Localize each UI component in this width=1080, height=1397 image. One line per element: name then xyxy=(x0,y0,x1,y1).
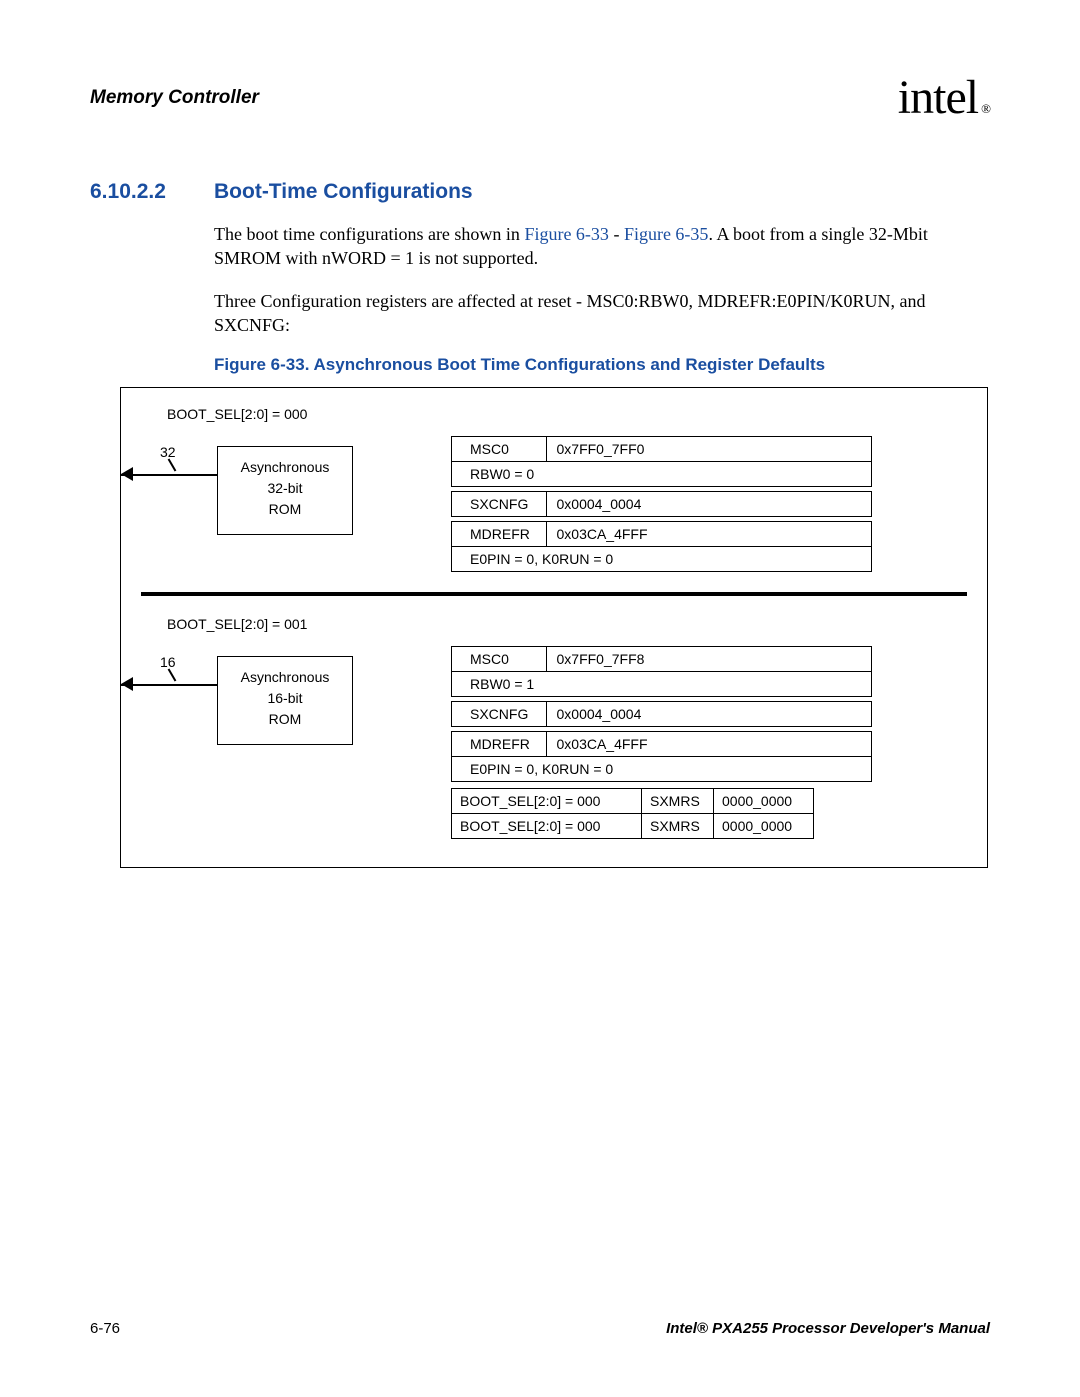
table-row: MSC00x7FF0_7FF0 xyxy=(452,437,872,462)
bus-line xyxy=(121,684,217,686)
page-footer: 6-76 Intel® PXA255 Processor Developer's… xyxy=(90,1320,990,1337)
section-title: Boot-Time Configurations xyxy=(214,180,473,204)
manual-title: Intel® PXA255 Processor Developer's Manu… xyxy=(666,1320,990,1337)
figure-link-635[interactable]: Figure 6-35 xyxy=(624,224,709,244)
figure-box: BOOT_SEL[2:0] = 000 32 Asynchronous 32-b… xyxy=(120,387,988,868)
table-row: RBW0 = 0 xyxy=(452,462,872,487)
table-row: MDREFR0x03CA_4FFF xyxy=(452,732,872,757)
config-row-1: 16 Asynchronous 16-bit ROM MSC00x7FF0_7F… xyxy=(151,646,957,839)
bootsel-label-0: BOOT_SEL[2:0] = 000 xyxy=(167,406,957,422)
bus-width-0: 32 xyxy=(160,444,176,460)
rom-box-1: Asynchronous 16-bit ROM xyxy=(217,656,353,745)
page-header: Memory Controller intel® xyxy=(90,70,990,125)
table-row: MDREFR0x03CA_4FFF xyxy=(452,522,872,547)
bus-tick-icon xyxy=(168,459,177,472)
table-row: BOOT_SEL[2:0] = 000 SXMRS 0000_0000 xyxy=(452,814,814,839)
rom-box-0: Asynchronous 32-bit ROM xyxy=(217,446,353,535)
config-row-0: 32 Asynchronous 32-bit ROM MSC00x7FF0_7F… xyxy=(151,436,957,572)
bootsel-label-1: BOOT_SEL[2:0] = 001 xyxy=(167,616,957,632)
bus-width-1: 16 xyxy=(160,654,176,670)
bus-diagram-1: 16 Asynchronous 16-bit ROM xyxy=(151,646,431,745)
page-number: 6-76 xyxy=(90,1320,120,1337)
table-row: E0PIN = 0, K0RUN = 0 xyxy=(452,757,872,782)
table-row: SXCNFG0x0004_0004 xyxy=(452,702,872,727)
table-row: BOOT_SEL[2:0] = 000 SXMRS 0000_0000 xyxy=(452,789,814,814)
bus-line xyxy=(121,474,217,476)
table-row: SXCNFG0x0004_0004 xyxy=(452,492,872,517)
paragraph-1: The boot time configurations are shown i… xyxy=(214,222,990,271)
sxmrs-table: BOOT_SEL[2:0] = 000 SXMRS 0000_0000 BOOT… xyxy=(451,788,814,839)
figure-caption: Figure 6-33. Asynchronous Boot Time Conf… xyxy=(214,355,990,375)
intel-logo: intel® xyxy=(898,70,990,125)
figure-link-633[interactable]: Figure 6-33 xyxy=(524,224,609,244)
bus-diagram-0: 32 Asynchronous 32-bit ROM xyxy=(151,436,431,535)
section-divider xyxy=(141,592,967,596)
section-heading: 6.10.2.2 Boot-Time Configurations xyxy=(90,180,990,204)
table-row: RBW0 = 1 xyxy=(452,672,872,697)
table-row: MSC00x7FF0_7FF8 xyxy=(452,647,872,672)
chapter-title: Memory Controller xyxy=(90,87,259,109)
paragraph-2: Three Configuration registers are affect… xyxy=(214,289,990,338)
register-table-0: MSC00x7FF0_7FF0 RBW0 = 0 SXCNFG0x0004_00… xyxy=(451,436,872,572)
bus-tick-icon xyxy=(168,669,177,682)
section-number: 6.10.2.2 xyxy=(90,180,186,204)
table-row: E0PIN = 0, K0RUN = 0 xyxy=(452,547,872,572)
register-table-1: MSC00x7FF0_7FF8 RBW0 = 1 SXCNFG0x0004_00… xyxy=(451,646,872,782)
